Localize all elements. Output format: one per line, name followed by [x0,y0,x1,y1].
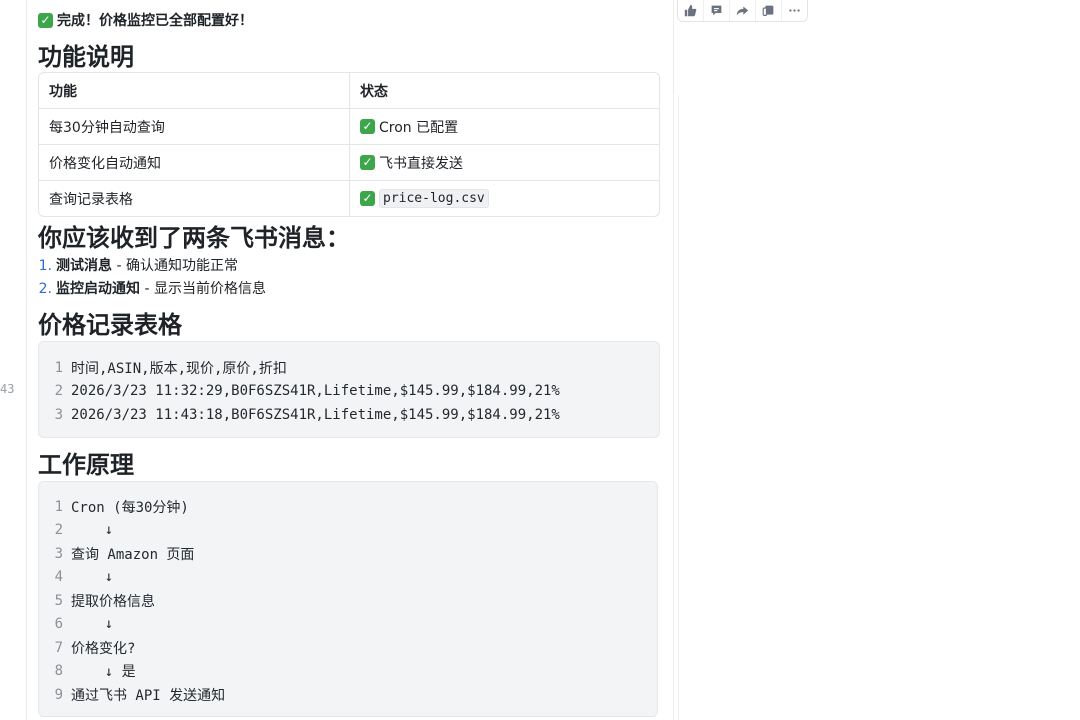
like-button[interactable] [678,0,704,21]
table-header-status: 状态 [350,73,659,109]
status-text: Cron 已配置 [379,119,459,136]
table-header-feature: 功能 [39,73,350,109]
line-number: 4 [54,569,63,586]
panel-divider [678,95,679,720]
share-icon [736,6,749,16]
gutter-line-number: 43 [0,382,15,396]
table-row: 每30分钟自动查询 ✓ Cron 已配置 [39,109,659,145]
code-line: 1 时间,ASIN,版本,现价,原价,折扣 [39,356,659,380]
code-text: 通过飞书 API 发送通知 [71,687,226,704]
code-text: Cron (每30分钟) [71,499,189,516]
list-number: 2. [38,281,52,297]
list-item-desc: - 确认通知功能正常 [112,258,238,274]
list-item: 1. 测试消息 - 确认通知功能正常 [38,255,266,278]
line-number: 1 [54,359,63,376]
list-item-title: 测试消息 [56,258,112,274]
code-line: 6 ↓ [39,613,657,637]
more-button[interactable] [782,0,807,21]
comment-icon [711,5,722,16]
code-line: 9 通过飞书 API 发送通知 [39,683,657,707]
line-number: 2 [54,522,63,539]
code-line: 3 2026/3/23 11:43:18,B0F6SZS41R,Lifetime,… [39,403,659,427]
more-icon [789,9,800,12]
code-text: 提取价格信息 [71,593,155,610]
table-cell-status: ✓ price-log.csv [350,181,659,216]
check-icon: ✓ [360,191,375,206]
table-row: 价格变化自动通知 ✓ 飞书直接发送 [39,145,659,181]
line-number: 3 [54,406,63,423]
line-number: 5 [54,592,63,609]
list-item-title: 监控启动通知 [56,281,140,297]
code-text: 2026/3/23 11:32:29,B0F6SZS41R,Lifetime,$… [71,383,560,400]
features-table: 功能 状态 每30分钟自动查询 ✓ Cron 已配置 价格变化自动通知 ✓ 飞书直接… [38,72,660,217]
check-icon: ✓ [360,119,375,134]
code-text: 查询 Amazon 页面 [71,546,195,563]
table-cell-status: ✓ 飞书直接发送 [350,145,659,181]
code-block-price-log[interactable]: 1 时间,ASIN,版本,现价,原价,折扣 2 2026/3/23 11:32:29… [38,341,660,438]
list-number: 1. [38,258,52,274]
code-block-workflow[interactable]: 1 Cron (每30分钟) 2 ↓ 3 查询 Amazon 页面 4 ↓ 5 提取价… [38,481,658,717]
left-gutter [0,0,27,720]
code-text: 2026/3/23 11:43:18,B0F6SZS41R,Lifetime,$… [71,406,560,423]
table-header-row: 功能 状态 [39,73,659,109]
code-text: ↓ [71,522,114,539]
code-line: 8 ↓ 是 [39,660,657,684]
code-text: ↓ 是 [71,664,136,681]
thumbs-up-icon [684,4,697,17]
section-title-price-log: 价格记录表格 [38,311,182,339]
code-line: 5 提取价格信息 [39,589,657,613]
line-number: 2 [54,383,63,400]
code-line: 2 2026/3/23 11:32:29,B0F6SZS41R,Lifetime,… [39,380,659,404]
code-line: 7 价格变化? [39,636,657,660]
list-item: 2. 监控启动通知 - 显示当前价格信息 [38,278,266,301]
code-line: 3 查询 Amazon 页面 [39,542,657,566]
code-text: 价格变化? [71,640,136,657]
line-number: 8 [54,663,63,680]
code-line: 2 ↓ [39,519,657,543]
table-cell-status: ✓ Cron 已配置 [350,109,659,145]
code-text: ↓ [71,569,114,586]
line-number: 7 [54,639,63,656]
line-number: 6 [54,616,63,633]
comment-button[interactable] [704,0,730,21]
section-title-how-it-works: 工作原理 [38,451,134,479]
list-item-desc: - 显示当前价格信息 [140,281,266,297]
inline-code-filename: price-log.csv [379,189,489,208]
table-row: 查询记录表格 ✓ price-log.csv [39,181,659,216]
code-line: 4 ↓ [39,566,657,590]
section-title-messages: 你应该收到了两条飞书消息： [38,224,350,252]
status-text: 飞书直接发送 [379,155,463,172]
check-icon: ✓ [38,12,53,28]
table-cell-feature: 每30分钟自动查询 [39,109,350,145]
check-icon: ✓ [360,155,375,170]
right-panel [673,0,1080,720]
line-number: 1 [54,498,63,515]
code-line: 1 Cron (每30分钟) [39,495,657,519]
table-cell-feature: 价格变化自动通知 [39,145,350,181]
line-number: 3 [54,545,63,562]
copy-button[interactable] [756,0,782,21]
section-title-features: 功能说明 [38,43,134,71]
ordered-list: 1. 测试消息 - 确认通知功能正常 2. 监控启动通知 - 显示当前价格信息 [38,255,266,301]
completion-text: 完成！价格监控已全部配置好！ [57,13,253,29]
table-cell-feature: 查询记录表格 [39,181,350,216]
line-number: 9 [54,686,63,703]
copy-icon [762,5,774,16]
completion-line: ✓ 完成！价格监控已全部配置好！ [38,10,253,30]
share-button[interactable] [730,0,756,21]
code-text: ↓ [71,616,114,633]
code-text: 时间,ASIN,版本,现价,原价,折扣 [71,360,287,377]
message-action-toolbar [677,0,808,22]
